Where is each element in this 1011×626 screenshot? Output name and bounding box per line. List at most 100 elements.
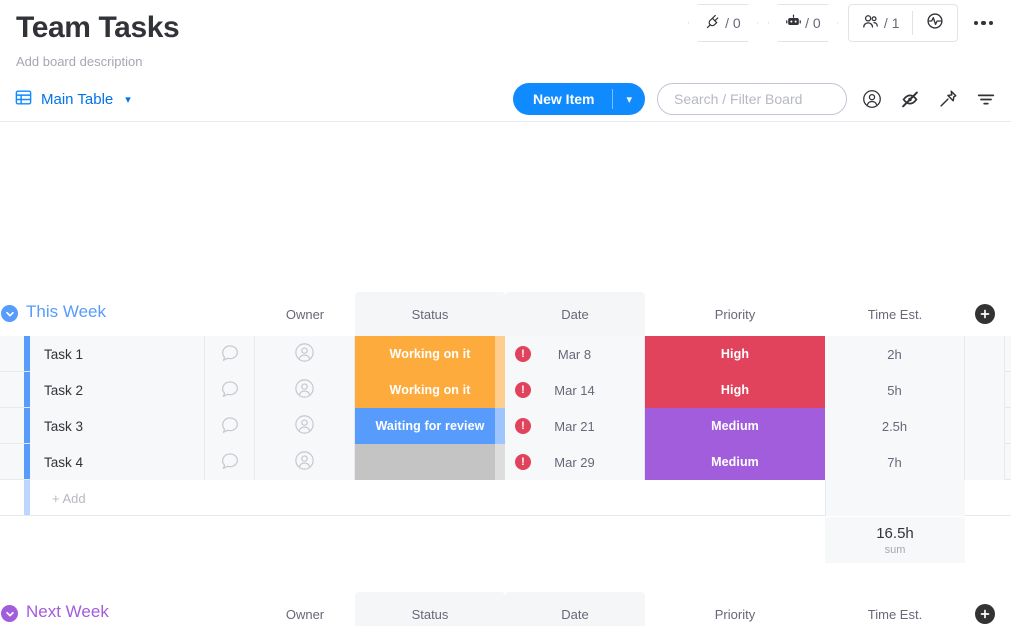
pin-icon[interactable] xyxy=(935,86,961,112)
automations-robot-icon xyxy=(785,13,802,33)
row-status-cell[interactable] xyxy=(355,444,505,480)
status-progress-tail xyxy=(495,408,505,444)
add-column-button[interactable] xyxy=(975,304,995,324)
date-overdue-alert-icon: ! xyxy=(515,346,531,362)
date-overdue-alert-icon: ! xyxy=(515,454,531,470)
activity-pulse-icon xyxy=(925,11,945,36)
row-date-cell[interactable]: Mar 14! xyxy=(505,372,645,408)
row-status-cell[interactable]: Waiting for review xyxy=(355,408,505,444)
row-time-est-cell[interactable]: 2.5h xyxy=(825,408,965,444)
row-date-cell[interactable]: Mar 29! xyxy=(505,444,645,480)
row-name-cell[interactable]: Task 3 xyxy=(30,408,205,444)
table-row[interactable]: Task 2 Working on itMar 14!High5h xyxy=(0,372,1011,408)
activity-log-button[interactable] xyxy=(913,5,957,41)
person-filter-icon[interactable] xyxy=(859,86,885,112)
column-header-date[interactable]: Date xyxy=(505,292,645,336)
column-header-date[interactable]: Date xyxy=(505,592,645,626)
row-date-cell[interactable]: Mar 8! xyxy=(505,336,645,372)
board-description[interactable]: Add board description xyxy=(16,54,995,69)
hide-eye-slash-icon[interactable] xyxy=(897,86,923,112)
dot xyxy=(974,21,979,26)
row-updates-cell[interactable] xyxy=(205,336,255,372)
table-row[interactable]: Task 4 Mar 29!Medium7h xyxy=(0,444,1011,480)
automations-button[interactable]: / 0 xyxy=(768,4,838,42)
column-header-owner[interactable]: Owner xyxy=(255,292,355,336)
row-priority-cell[interactable]: Medium xyxy=(645,444,825,480)
sum-value: 16.5h xyxy=(876,525,914,542)
integrations-plug-icon xyxy=(705,13,722,33)
table-row[interactable]: Task 3 Waiting for reviewMar 21!Medium2.5… xyxy=(0,408,1011,444)
row-owner-cell[interactable] xyxy=(255,444,355,480)
status-progress-tail xyxy=(495,372,505,408)
automations-count: / 0 xyxy=(805,15,821,31)
row-status-cell[interactable]: Working on it xyxy=(355,372,505,408)
row-date-cell[interactable]: Mar 21! xyxy=(505,408,645,444)
row-updates-cell[interactable] xyxy=(205,372,255,408)
column-header-priority[interactable]: Priority xyxy=(645,292,825,336)
tab-main-table[interactable]: Main Table ▾ xyxy=(14,88,131,111)
column-header-time-est[interactable]: Time Est. xyxy=(825,292,965,336)
row-empty-cell[interactable] xyxy=(965,372,1005,408)
row-empty-cell[interactable] xyxy=(965,336,1005,372)
group-header: Next Week OwnerStatusDatePriorityTime Est… xyxy=(0,592,1011,626)
row-updates-cell[interactable] xyxy=(205,444,255,480)
header-actions: / 0 / 0 / 1 xyxy=(688,4,999,42)
sum-label: sum xyxy=(885,544,906,556)
column-header-owner[interactable]: Owner xyxy=(255,592,355,626)
members-button[interactable]: / 1 xyxy=(849,5,912,41)
column-header-priority[interactable]: Priority xyxy=(645,592,825,626)
integrations-button[interactable]: / 0 xyxy=(688,4,758,42)
row-priority-cell[interactable]: High xyxy=(645,336,825,372)
new-item-caret-icon[interactable]: ▾ xyxy=(613,83,645,115)
row-time-est-cell[interactable]: 5h xyxy=(825,372,965,408)
add-row-summary-spacer xyxy=(825,480,965,516)
row-owner-cell[interactable] xyxy=(255,408,355,444)
new-item-button[interactable]: New Item ▾ xyxy=(513,83,645,115)
board-group: Next Week OwnerStatusDatePriorityTime Est… xyxy=(0,592,1011,626)
chevron-down-circle-icon[interactable] xyxy=(1,605,18,622)
chevron-down-icon[interactable]: ▾ xyxy=(125,93,131,106)
add-row[interactable]: + Add xyxy=(0,480,1011,516)
row-empty-cell[interactable] xyxy=(965,444,1005,480)
row-priority-cell[interactable]: High xyxy=(645,372,825,408)
row-priority-cell[interactable]: Medium xyxy=(645,408,825,444)
avatar-placeholder-icon xyxy=(293,413,316,439)
row-color-accent xyxy=(24,480,30,515)
row-empty-cell[interactable] xyxy=(965,408,1005,444)
row-time-est-cell[interactable]: 2h xyxy=(825,336,965,372)
row-owner-cell[interactable] xyxy=(255,372,355,408)
add-row-label[interactable]: + Add xyxy=(52,491,86,506)
sort-filter-icon[interactable] xyxy=(973,86,999,112)
more-options-icon[interactable] xyxy=(968,15,1000,32)
row-owner-cell[interactable] xyxy=(255,336,355,372)
row-name-cell[interactable]: Task 2 xyxy=(30,372,205,408)
row-time-est-cell[interactable]: 7h xyxy=(825,444,965,480)
row-status-cell[interactable]: Working on it xyxy=(355,336,505,372)
add-column-button[interactable] xyxy=(975,604,995,624)
row-name-cell[interactable]: Task 1 xyxy=(30,336,205,372)
dot xyxy=(981,21,986,26)
row-updates-cell[interactable] xyxy=(205,408,255,444)
avatar-placeholder-icon xyxy=(293,377,316,403)
chat-bubble-icon xyxy=(219,342,241,367)
group-title[interactable]: Next Week xyxy=(26,602,109,622)
search-input[interactable] xyxy=(657,83,847,115)
board-header: Team Tasks Add board description / 0 xyxy=(0,0,1011,122)
members-icon xyxy=(861,12,880,34)
chevron-down-circle-icon[interactable] xyxy=(1,305,18,322)
table-row[interactable]: Task 1 Working on itMar 8!High2h xyxy=(0,336,1011,372)
date-overdue-alert-icon: ! xyxy=(515,418,531,434)
column-header-time-est[interactable]: Time Est. xyxy=(825,592,965,626)
row-name-cell[interactable]: Task 4 xyxy=(30,444,205,480)
time-est-sum-cell[interactable]: 16.5h sum xyxy=(825,517,965,563)
status-progress-tail xyxy=(495,444,505,480)
status-progress-tail xyxy=(495,336,505,372)
members-count: / 1 xyxy=(884,15,900,31)
table-view-icon xyxy=(14,88,33,111)
new-item-label: New Item xyxy=(513,83,612,115)
column-header-status[interactable]: Status xyxy=(355,292,505,336)
board-group: This Week OwnerStatusDatePriorityTime Est… xyxy=(0,292,1011,516)
chat-bubble-icon xyxy=(219,414,241,439)
group-title[interactable]: This Week xyxy=(26,302,106,322)
column-header-status[interactable]: Status xyxy=(355,592,505,626)
